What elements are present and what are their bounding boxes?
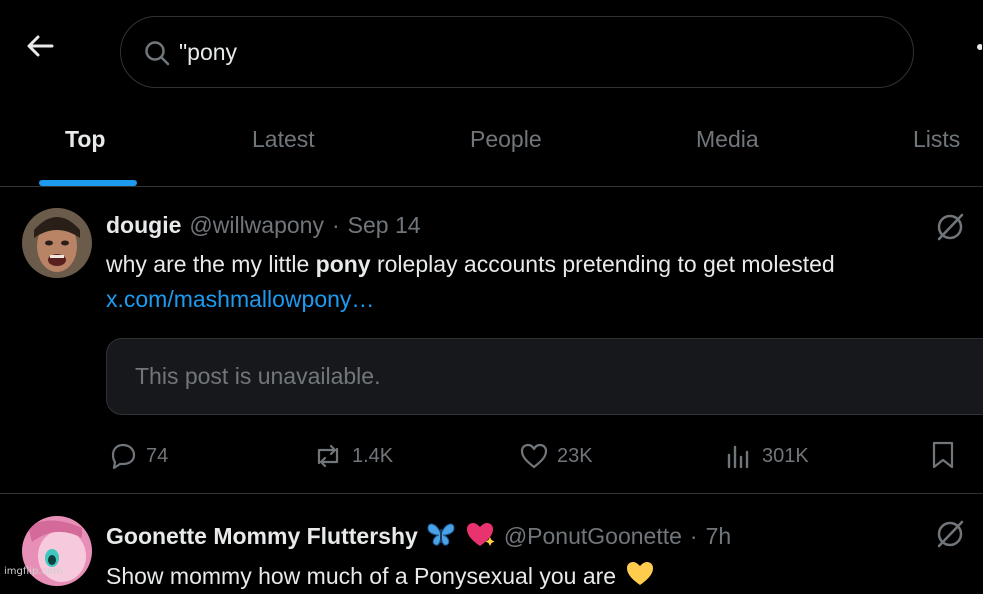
post-header: Goonette Mommy Fluttershy @PonutGoonette… [106, 519, 731, 554]
separator: · [331, 212, 340, 238]
bookmark-icon [932, 441, 954, 469]
tabs-divider [0, 186, 983, 187]
post-text-part: roleplay accounts pretending to get mole… [370, 251, 835, 277]
post-text-part: Show mommy how much of a Ponysexual you … [106, 562, 617, 589]
reply-count: 74 [146, 444, 169, 467]
bookmark-button[interactable] [930, 440, 956, 475]
search-query: "pony [179, 39, 238, 65]
more-dots-icon [977, 44, 983, 50]
heart-icon [520, 443, 548, 469]
tab-people[interactable]: People [470, 126, 542, 153]
sparkling-heart-emoji [464, 519, 496, 554]
search-icon [145, 41, 170, 66]
display-name[interactable]: dougie [106, 212, 181, 239]
grok-button[interactable] [935, 212, 965, 242]
grok-icon [937, 213, 964, 241]
timestamp[interactable]: 7h [706, 523, 732, 550]
tab-media[interactable]: Media [696, 126, 759, 153]
reply-icon [111, 443, 136, 470]
like-count: 23K [557, 444, 593, 467]
post-text-highlight: pony [315, 251, 371, 277]
watermark: imgflip.com [4, 566, 63, 577]
reply-button[interactable]: 74 [108, 440, 168, 472]
post-text: Show mommy how much of a Ponysexual you … [106, 558, 656, 594]
repost-count: 1.4K [352, 444, 394, 467]
grok-icon [937, 520, 964, 548]
handle[interactable]: @PonutGoonette [504, 523, 682, 550]
like-button[interactable]: 23K [519, 440, 593, 472]
search-input[interactable]: "pony [120, 16, 914, 88]
yellow-heart-emoji [624, 558, 656, 594]
repost-button[interactable]: 1.4K [312, 440, 393, 472]
post-header: dougie @willwapony · Sep 14 [106, 212, 421, 239]
handle[interactable]: @willwapony [189, 212, 324, 239]
views-count: 301K [762, 444, 809, 467]
timestamp[interactable]: Sep 14 [348, 212, 421, 239]
grok-button[interactable] [935, 519, 965, 549]
analytics-icon [727, 445, 749, 469]
post-text-part: why are the my little [106, 251, 316, 277]
quote-unavailable-card: This post is unavailable. [106, 338, 983, 415]
back-button[interactable] [24, 30, 56, 62]
post-link[interactable]: x.com/mashmallowpony… [106, 286, 374, 313]
post-text: why are the my little pony roleplay acco… [106, 251, 835, 278]
unavailable-text: This post is unavailable. [135, 363, 381, 389]
tab-latest[interactable]: Latest [252, 126, 315, 153]
separator: · [689, 523, 698, 549]
avatar[interactable] [22, 208, 92, 278]
avatar-image [22, 208, 92, 278]
tab-lists[interactable]: Lists [913, 126, 960, 153]
more-options-button[interactable] [972, 40, 983, 58]
arrow-left-icon [27, 35, 54, 57]
views-button[interactable]: 301K [724, 440, 809, 472]
repost-icon [317, 444, 339, 468]
tab-top[interactable]: Top [65, 126, 105, 153]
butterfly-emoji [426, 520, 456, 553]
display-name[interactable]: Goonette Mommy Fluttershy [106, 523, 418, 550]
post-divider [0, 493, 983, 494]
